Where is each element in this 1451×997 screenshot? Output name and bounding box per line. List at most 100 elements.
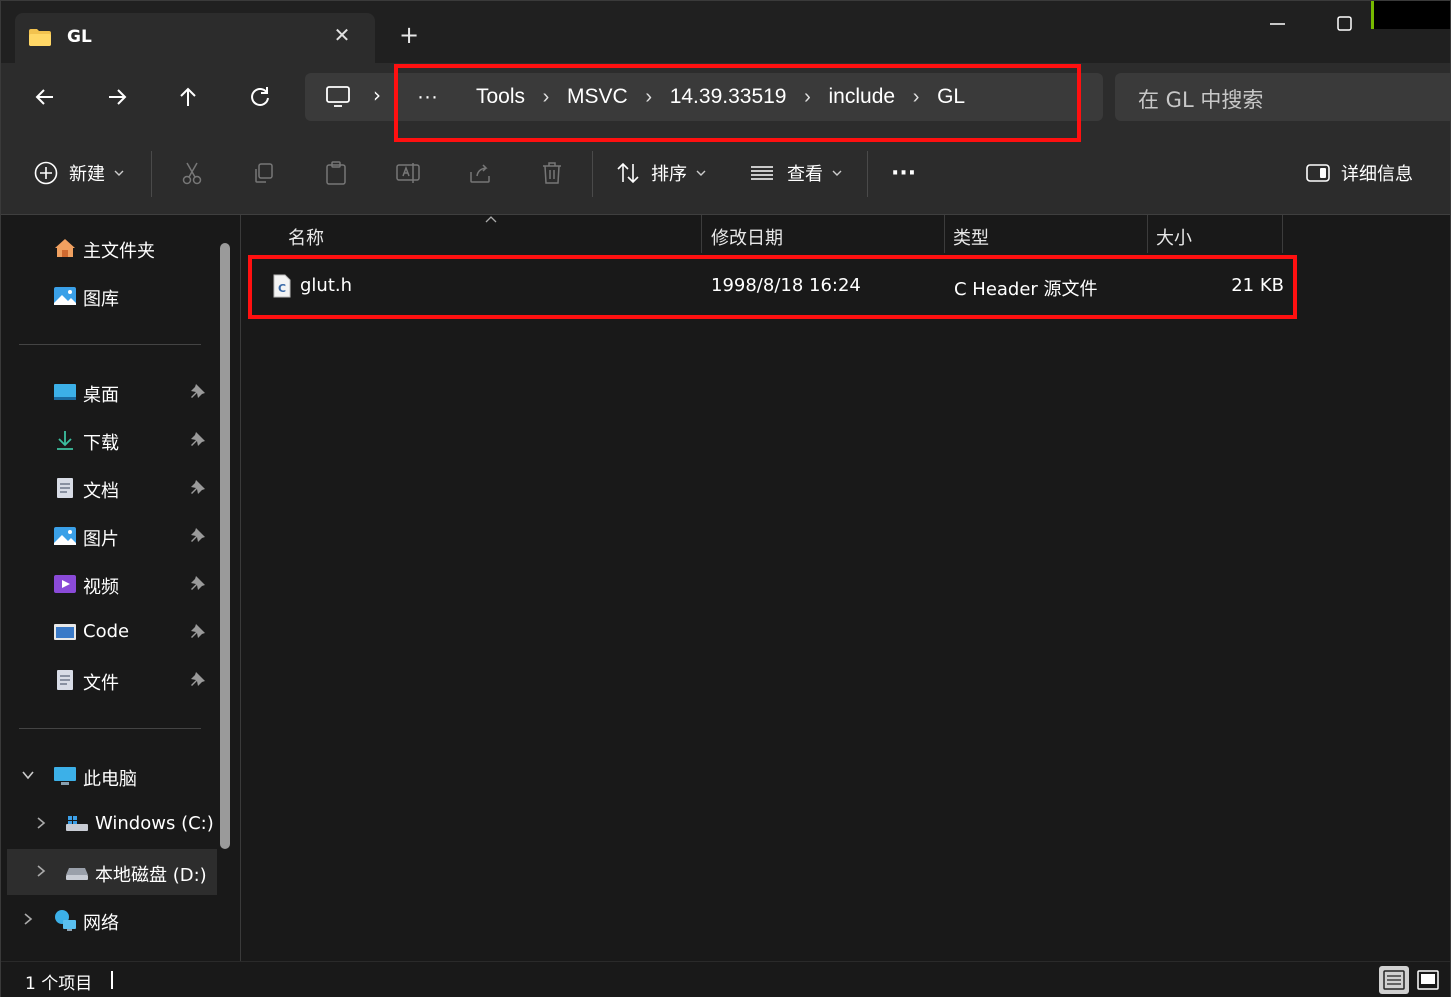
sidebar-label: 网络 (83, 913, 119, 934)
maximize-icon[interactable] (1329, 9, 1359, 39)
search-input[interactable]: 在 GL 中搜索 (1115, 73, 1450, 121)
column-label: 大小 (1156, 228, 1192, 249)
tiles-view-icon[interactable] (1413, 966, 1443, 994)
sort-label: 排序 (651, 164, 687, 185)
tab-title: GL (67, 27, 92, 47)
column-header-type[interactable]: 类型 (945, 215, 1147, 253)
sidebar-label: 主文件夹 (83, 241, 155, 262)
copy-icon[interactable] (251, 160, 277, 186)
chevron-right-icon[interactable] (34, 864, 48, 878)
new-tab-button[interactable]: + (397, 23, 421, 47)
delete-icon[interactable] (539, 160, 565, 186)
details-pane-button[interactable]: 详细信息 (1305, 131, 1413, 215)
rename-icon[interactable] (395, 160, 421, 186)
sidebar-item-downloads[interactable]: 下载 (1, 417, 217, 463)
column-label: 名称 (288, 228, 324, 249)
title-bar: GL ✕ + (1, 1, 1450, 63)
details-pane-icon (1306, 164, 1330, 182)
search-placeholder: 在 GL 中搜索 (1138, 88, 1264, 112)
gallery-icon (54, 287, 76, 305)
sidebar-label: 文档 (83, 481, 119, 502)
tab-gl[interactable]: GL ✕ (15, 13, 375, 63)
view-button[interactable]: 查看 (749, 131, 843, 215)
document-icon (57, 478, 73, 498)
cut-icon[interactable] (179, 160, 205, 186)
list-view-icon (751, 166, 773, 180)
minimize-icon[interactable] (1263, 9, 1293, 39)
column-header-modified[interactable]: 修改日期 (702, 215, 944, 253)
text-cursor (111, 971, 113, 989)
sidebar-item-desktop[interactable]: 桌面 (1, 369, 217, 415)
sidebar-item-drive-c[interactable]: Windows (C:) (1, 801, 217, 847)
forward-arrow-icon[interactable] (103, 83, 131, 111)
pin-icon[interactable] (189, 430, 207, 448)
command-bar: 新建 排序 查看 ··· 详细信息 (1, 131, 1450, 215)
computer-icon (54, 767, 76, 785)
paste-icon[interactable] (323, 160, 349, 186)
share-icon[interactable] (467, 160, 493, 186)
column-header-name[interactable]: 名称 (278, 215, 698, 253)
pin-icon[interactable] (189, 382, 207, 400)
sidebar-item-drive-d[interactable]: 本地磁盘 (D:) (7, 849, 217, 895)
pin-icon[interactable] (189, 670, 207, 688)
sidebar-scrollbar[interactable] (220, 243, 230, 849)
sidebar-item-home[interactable]: 主文件夹 (1, 225, 217, 271)
view-label: 查看 (787, 164, 823, 185)
file-list: 名称 修改日期 类型 大小 C glut.h 1998/8/18 16:24 C… (242, 215, 1450, 961)
item-count: 1 个项目 (25, 974, 93, 994)
new-button[interactable]: 新建 (33, 131, 125, 215)
sidebar-item-code[interactable]: Code (1, 609, 217, 655)
download-icon (57, 431, 73, 450)
sidebar-label: 下载 (83, 433, 119, 454)
sidebar-label: 图片 (83, 529, 119, 550)
details-label: 详细信息 (1341, 164, 1413, 185)
folder-icon (54, 624, 76, 640)
sidebar-label: 桌面 (83, 385, 119, 406)
pin-icon[interactable] (189, 478, 207, 496)
back-arrow-icon[interactable] (31, 83, 59, 111)
column-label: 类型 (953, 228, 989, 249)
pin-icon[interactable] (189, 526, 207, 544)
sidebar-item-files[interactable]: 文件 (1, 657, 217, 703)
chevron-right-icon: › (373, 83, 381, 107)
sidebar-label: 图库 (83, 289, 119, 310)
chevron-down-icon (114, 170, 124, 176)
chevron-right-icon[interactable] (34, 816, 48, 830)
windows-drive-icon (66, 816, 88, 831)
column-label: 修改日期 (711, 228, 783, 249)
chevron-down-icon (696, 170, 706, 176)
pin-icon[interactable] (189, 622, 207, 640)
address-highlight-box (394, 64, 1081, 142)
sidebar-item-videos[interactable]: 视频 (1, 561, 217, 607)
sidebar-label: 此电脑 (83, 769, 137, 790)
pictures-icon (54, 527, 76, 545)
file-highlight-box (248, 255, 1297, 319)
chevron-right-icon[interactable] (21, 912, 35, 926)
videos-icon (54, 575, 76, 593)
document-icon (57, 670, 73, 690)
sidebar-item-documents[interactable]: 文档 (1, 465, 217, 511)
sidebar-item-this-pc[interactable]: 此电脑 (1, 753, 217, 799)
close-tab-icon[interactable]: ✕ (331, 24, 353, 46)
more-options-button[interactable]: ··· (891, 131, 916, 215)
sidebar-item-network[interactable]: 网络 (1, 897, 217, 943)
sidebar-label: Code (83, 621, 130, 642)
details-view-icon[interactable] (1379, 966, 1409, 994)
pin-icon[interactable] (189, 574, 207, 592)
chevron-down-icon[interactable] (21, 768, 35, 782)
refresh-icon[interactable] (246, 83, 274, 111)
window-corner-accent (1371, 1, 1450, 29)
sort-button[interactable]: 排序 (615, 131, 707, 215)
navigation-pane: 主文件夹 图库 桌面 下载 文档 图片 视频 Code 文件 此电脑 Windo… (1, 215, 241, 961)
sidebar-item-pictures[interactable]: 图片 (1, 513, 217, 559)
sidebar-item-gallery[interactable]: 图库 (1, 273, 217, 319)
sort-arrows-icon (617, 162, 639, 184)
new-label: 新建 (69, 164, 105, 185)
home-icon (55, 239, 75, 257)
network-icon (55, 910, 76, 931)
sidebar-label: 文件 (83, 673, 119, 694)
computer-icon[interactable] (325, 85, 351, 109)
column-header-size[interactable]: 大小 (1148, 215, 1282, 253)
sidebar-label: 本地磁盘 (D:) (95, 865, 207, 886)
up-arrow-icon[interactable] (174, 83, 202, 111)
